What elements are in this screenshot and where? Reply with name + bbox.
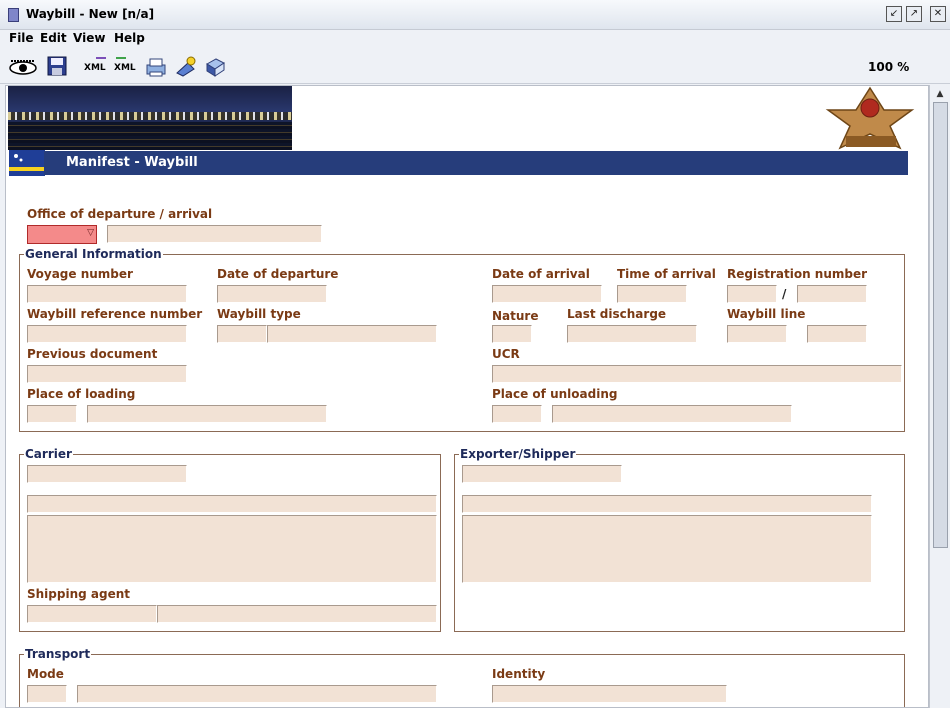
exporter-name-field[interactable]: [462, 495, 872, 513]
waybill-type-name-field[interactable]: [267, 325, 437, 343]
menu-view[interactable]: View: [73, 31, 105, 45]
window-title: Waybill - New [n/a]: [26, 7, 155, 21]
carrier-address-field[interactable]: [27, 515, 437, 583]
registration-number-label: Registration number: [727, 267, 868, 281]
scroll-up-icon[interactable]: ▲: [933, 87, 947, 101]
place-loading-name-field[interactable]: [87, 405, 327, 423]
carrier-legend: Carrier: [24, 447, 73, 461]
office-code-dropdown[interactable]: ▽: [27, 225, 97, 244]
xml-import-icon[interactable]: XML: [114, 55, 138, 79]
voyage-number-label: Voyage number: [27, 267, 133, 281]
zoom-level: 100 %: [868, 60, 910, 74]
previous-document-field[interactable]: [27, 365, 187, 383]
identity-field[interactable]: [492, 685, 727, 703]
mode-name-field[interactable]: [77, 685, 437, 703]
place-unloading-label: Place of unloading: [492, 387, 618, 401]
menu-bar: File Edit View Help: [0, 30, 950, 50]
registration-number-field-2[interactable]: [797, 285, 867, 303]
general-information-legend: General Information: [24, 247, 163, 261]
last-discharge-label: Last discharge: [567, 307, 667, 321]
waybill-line-field-1[interactable]: [727, 325, 787, 343]
date-departure-label: Date of departure: [217, 267, 339, 281]
date-arrival-field[interactable]: [492, 285, 602, 303]
form-canvas: Manifest - Waybill Office of departure /…: [5, 85, 929, 708]
mode-label: Mode: [27, 667, 64, 681]
time-arrival-label: Time of arrival: [617, 267, 716, 281]
shipping-agent-code-field[interactable]: [27, 605, 157, 623]
close-icon[interactable]: ✕: [930, 6, 946, 22]
place-loading-code-field[interactable]: [27, 405, 77, 423]
verify-icon[interactable]: [174, 55, 198, 79]
identity-label: Identity: [492, 667, 546, 681]
menu-edit[interactable]: Edit: [40, 31, 67, 45]
waybill-reference-label: Waybill reference number: [27, 307, 203, 321]
waybill-line-field-2[interactable]: [807, 325, 867, 343]
registration-separator: /: [782, 287, 787, 301]
waybill-type-label: Waybill type: [217, 307, 301, 321]
scrollbar-thumb[interactable]: [933, 102, 948, 548]
shipping-agent-name-field[interactable]: [157, 605, 437, 623]
view-icon[interactable]: [7, 55, 39, 79]
transport-legend: Transport: [24, 647, 92, 661]
last-discharge-field[interactable]: [567, 325, 697, 343]
nature-label: Nature: [492, 309, 539, 323]
xml-export-icon[interactable]: XML: [84, 55, 108, 79]
curacao-flag-icon: [9, 150, 45, 176]
menu-help[interactable]: Help: [114, 31, 145, 45]
waybill-type-code-field[interactable]: [217, 325, 267, 343]
place-loading-label: Place of loading: [27, 387, 136, 401]
previous-document-label: Previous document: [27, 347, 158, 361]
voyage-number-field[interactable]: [27, 285, 187, 303]
minimize-icon[interactable]: ↙: [886, 6, 902, 22]
office-name-field[interactable]: [107, 225, 322, 243]
exporter-code-field[interactable]: [462, 465, 622, 483]
date-arrival-label: Date of arrival: [492, 267, 590, 281]
ucr-field[interactable]: [492, 365, 902, 383]
help-book-icon[interactable]: [204, 55, 226, 79]
time-arrival-field[interactable]: [617, 285, 687, 303]
maximize-icon[interactable]: ↗: [906, 6, 922, 22]
carrier-name-field[interactable]: [27, 495, 437, 513]
date-departure-field[interactable]: [217, 285, 327, 303]
nature-field[interactable]: [492, 325, 532, 343]
menu-file[interactable]: File: [9, 31, 34, 45]
shipping-agent-label: Shipping agent: [27, 587, 131, 601]
douane-logo: [825, 86, 915, 150]
ucr-label: UCR: [492, 347, 520, 361]
document-icon: [8, 8, 19, 22]
toolbar: XML XML 100 %: [0, 50, 950, 84]
form-header: Manifest - Waybill: [44, 151, 908, 175]
waybill-reference-field[interactable]: [27, 325, 187, 343]
chevron-down-icon: ▽: [87, 228, 94, 238]
harbour-banner-image: [8, 86, 292, 150]
waybill-line-label: Waybill line: [727, 307, 806, 321]
save-icon[interactable]: [46, 55, 68, 79]
place-unloading-name-field[interactable]: [552, 405, 792, 423]
office-label: Office of departure / arrival: [27, 207, 213, 221]
carrier-code-field[interactable]: [27, 465, 187, 483]
vertical-scrollbar[interactable]: ▲: [929, 85, 950, 708]
registration-number-field-1[interactable]: [727, 285, 777, 303]
title-bar: Waybill - New [n/a] ↙ ↗ ✕: [0, 0, 950, 30]
place-unloading-code-field[interactable]: [492, 405, 542, 423]
print-icon[interactable]: [144, 55, 168, 79]
exporter-legend: Exporter/Shipper: [459, 447, 577, 461]
exporter-address-field[interactable]: [462, 515, 872, 583]
mode-code-field[interactable]: [27, 685, 67, 703]
